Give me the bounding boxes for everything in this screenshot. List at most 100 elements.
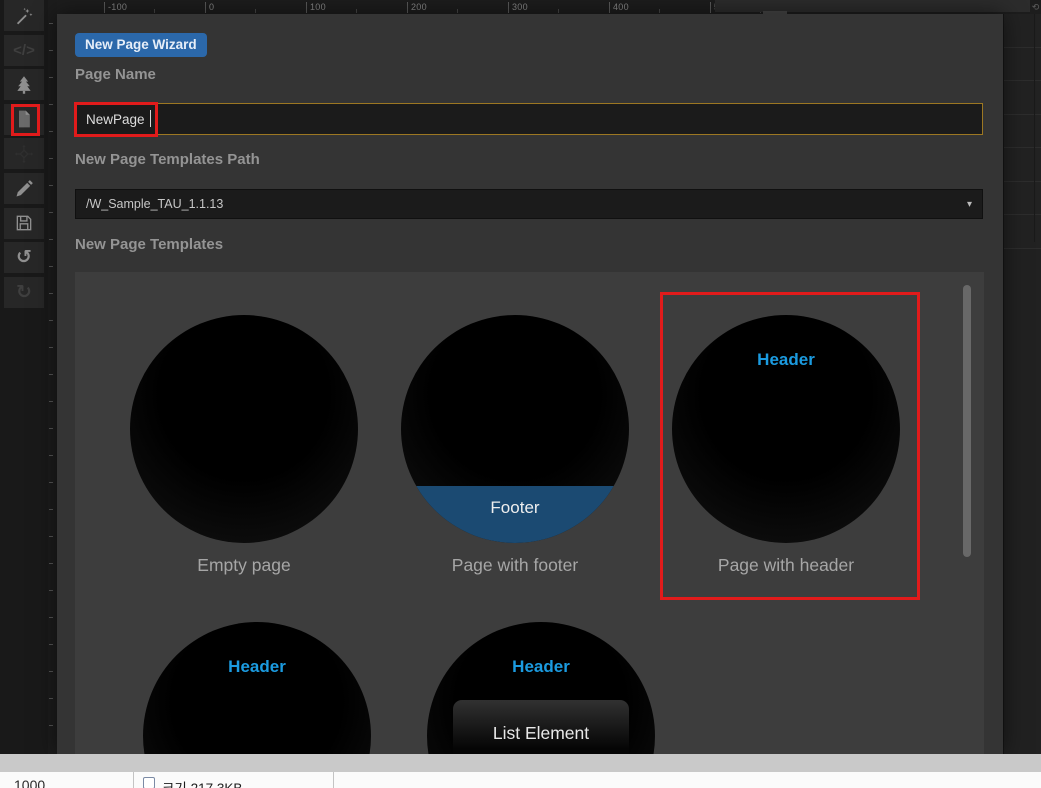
ruler-tick — [205, 2, 206, 13]
page-name-label: Page Name — [75, 66, 156, 83]
ruler-tick — [306, 2, 307, 13]
ruler-tick — [49, 185, 53, 186]
ruler-tick-label: 100 — [310, 2, 326, 12]
ruler-minor-tick — [558, 9, 559, 13]
save-icon — [14, 213, 34, 233]
ruler-tick — [49, 617, 53, 618]
toolbar-code-button[interactable]: </> — [4, 35, 44, 66]
ruler-tick-label: -100 — [108, 2, 127, 12]
ruler-tick — [49, 563, 53, 564]
toolbar-edit-button[interactable] — [4, 173, 44, 204]
tree-icon — [14, 75, 34, 95]
status-divider — [133, 772, 134, 788]
ruler-tick — [49, 293, 53, 294]
ruler-tick — [49, 698, 53, 699]
corner-refresh-icon: ⟲ — [1030, 0, 1041, 14]
template-footer-text: Footer — [490, 498, 539, 517]
size-checkbox-icon — [143, 777, 155, 788]
toolbar-save-button[interactable] — [4, 208, 44, 239]
template-card-empty-page[interactable] — [130, 315, 358, 543]
ruler-tick — [49, 104, 53, 105]
template-label: Page with footer — [401, 555, 629, 576]
toolbar-move-button[interactable] — [4, 138, 44, 169]
ruler-tick — [49, 482, 53, 483]
templates-path-label: New Page Templates Path — [75, 151, 260, 168]
right-background-panel — [1003, 14, 1041, 754]
status-left-value: 1000 — [14, 777, 45, 788]
ruler-tick — [609, 2, 610, 13]
ruler-tick — [508, 2, 509, 13]
right-panel-row — [1004, 148, 1041, 182]
ruler-tick — [49, 671, 53, 672]
ruler-tick-label: 400 — [613, 2, 629, 12]
ruler-minor-tick — [255, 9, 256, 13]
code-icon: </> — [13, 43, 35, 58]
template-footer-area: Footer — [401, 486, 629, 543]
ruler-tick — [49, 212, 53, 213]
toolbar-widget-tree-button[interactable] — [4, 69, 44, 100]
right-panel-row — [1004, 215, 1041, 249]
ruler-tick — [49, 266, 53, 267]
ruler-minor-tick — [154, 9, 155, 13]
chevron-down-icon: ▾ — [967, 199, 972, 210]
templates-path-select[interactable]: /W_Sample_TAU_1.1.13 ▾ — [75, 189, 983, 219]
ruler-tick — [49, 644, 53, 645]
ruler-minor-tick — [659, 9, 660, 13]
template-header-text: Header — [427, 657, 655, 677]
page-name-input[interactable] — [75, 103, 983, 135]
ruler-minor-tick — [457, 9, 458, 13]
annotation-rect-new-page-button — [11, 104, 40, 136]
ruler-tick — [49, 50, 53, 51]
ruler-tick — [49, 455, 53, 456]
status-bar: 1000 크기 217.3KB — [0, 772, 1041, 788]
ruler-minor-tick — [356, 9, 357, 13]
ruler-tick — [49, 347, 53, 348]
template-card-row2-3[interactable]: Header — [143, 622, 371, 754]
right-panel-row — [1004, 115, 1041, 149]
ruler-tick-label: 0 — [209, 2, 214, 12]
ruler-tick — [710, 2, 711, 13]
ruler-tick — [49, 158, 53, 159]
ruler-tick — [49, 536, 53, 537]
pencil-icon — [14, 179, 34, 199]
undo-icon: ↺ — [16, 248, 32, 267]
templates-section-label: New Page Templates — [75, 236, 223, 253]
template-card-page-with-footer[interactable]: Footer — [401, 315, 629, 543]
template-header-text: Header — [143, 657, 371, 677]
template-label: Empty page — [130, 555, 358, 576]
ruler-tick — [49, 374, 53, 375]
template-list-element-box: List Element — [453, 700, 629, 754]
redo-icon: ↻ — [16, 283, 32, 302]
status-divider — [333, 772, 334, 788]
ruler-tick-label: 200 — [411, 2, 427, 12]
ruler-tick — [49, 320, 53, 321]
toolbar-undo-button[interactable]: ↺ — [4, 242, 44, 273]
right-panel-divider — [1034, 14, 1035, 242]
ruler-tick — [104, 2, 105, 13]
toolbar-wizard-button[interactable] — [4, 0, 44, 31]
template-card-row2-4[interactable]: Header List Element — [427, 622, 655, 754]
right-panel-row — [1004, 14, 1041, 48]
right-panel-row — [1004, 182, 1041, 216]
status-bar-gray — [0, 754, 1041, 772]
status-size-text: 크기 217.3KB — [162, 777, 242, 788]
annotation-rect-page-name — [74, 102, 158, 137]
move-target-icon — [14, 144, 34, 164]
right-panel-row — [1004, 48, 1041, 82]
templates-path-value: /W_Sample_TAU_1.1.13 — [86, 197, 223, 211]
magic-wand-icon — [14, 6, 34, 26]
ruler-tick — [49, 725, 53, 726]
ruler-tick-label: 300 — [512, 2, 528, 12]
right-panel-row — [1004, 81, 1041, 115]
ruler-tick — [407, 2, 408, 13]
annotation-rect-page-with-header — [660, 292, 920, 600]
ruler-tick — [49, 77, 53, 78]
gallery-scrollbar-thumb[interactable] — [963, 285, 971, 557]
ruler-tick — [49, 590, 53, 591]
template-list-element-text: List Element — [493, 723, 589, 743]
toolbar-redo-button[interactable]: ↻ — [4, 277, 44, 308]
ruler-tick — [49, 509, 53, 510]
ruler-tick — [49, 428, 53, 429]
vertical-ruler — [48, 0, 57, 754]
ruler-tick — [49, 131, 53, 132]
